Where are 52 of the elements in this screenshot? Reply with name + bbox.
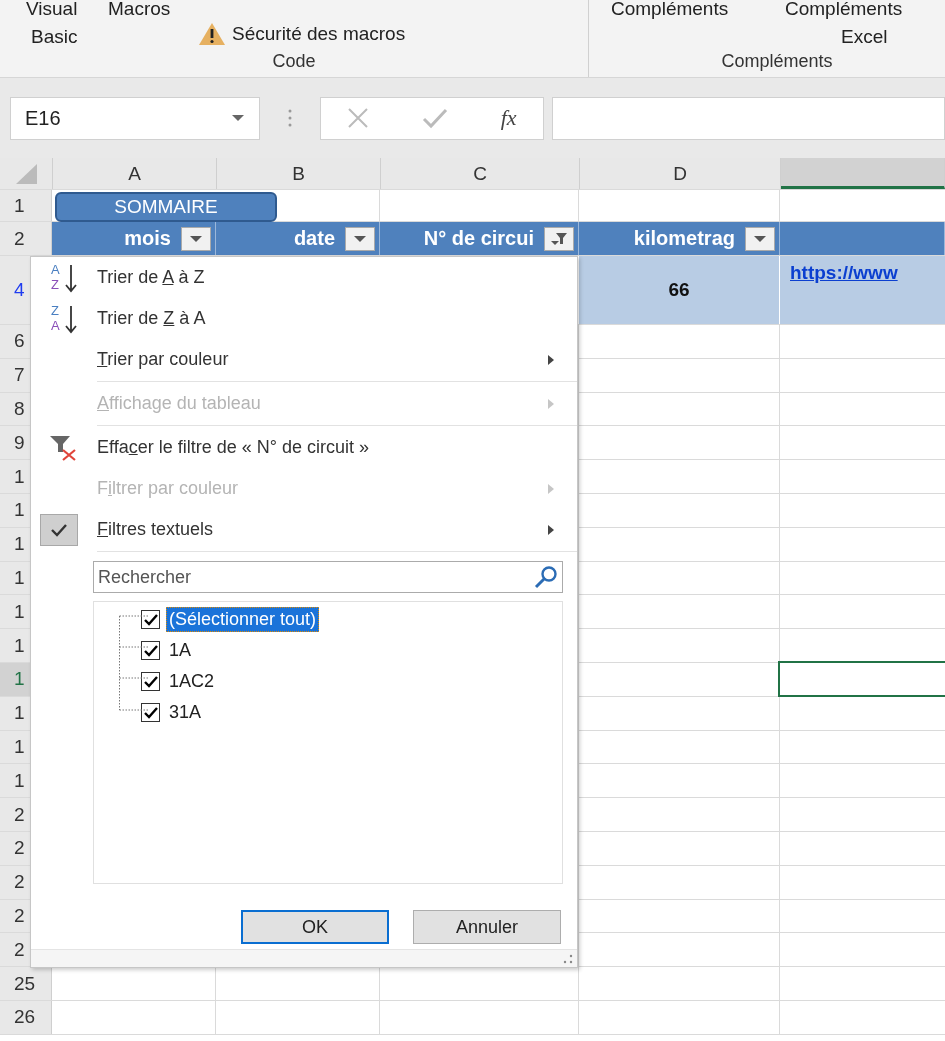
table-header-cell: kilometrag <box>579 222 780 255</box>
row-header[interactable]: 25 <box>0 967 52 1000</box>
name-box[interactable]: E16 <box>10 96 260 140</box>
search-icon <box>533 565 559 589</box>
ribbon-group-label: Code <box>272 51 316 72</box>
ribbon-label[interactable]: Visual <box>26 0 78 20</box>
ribbon-label[interactable]: Basic <box>31 26 78 48</box>
ribbon-group-label: Compléments <box>721 51 833 72</box>
filter-applied-icon <box>550 231 568 246</box>
row-header[interactable]: 1 <box>0 190 52 221</box>
value-item[interactable]: 31A <box>166 700 205 725</box>
macro-security-button[interactable]: Sécurité des macros <box>198 22 406 46</box>
table-header-cell: mois <box>52 222 216 255</box>
ribbon-label[interactable]: Compléments <box>785 0 903 20</box>
resize-grip-icon[interactable] <box>561 954 573 964</box>
dropdown-arrow-icon <box>353 234 367 243</box>
formula-input[interactable] <box>552 96 945 140</box>
active-cell[interactable] <box>778 660 945 697</box>
checkbox[interactable] <box>141 672 160 691</box>
summary-button[interactable]: SOMMAIRE <box>55 192 277 222</box>
column-header[interactable]: A <box>53 158 217 189</box>
dropdown-arrow-icon <box>753 234 767 243</box>
checkbox[interactable] <box>141 610 160 629</box>
dialog-button[interactable]: Annuler <box>413 910 561 944</box>
caret-icon <box>231 114 245 122</box>
grip-dots-icon <box>288 109 292 127</box>
checkbox[interactable] <box>141 703 160 722</box>
column-header[interactable]: C <box>381 158 580 189</box>
row-header[interactable]: 2 <box>0 222 52 255</box>
table-header-cell: date <box>216 222 380 255</box>
column-header[interactable]: B <box>217 158 381 189</box>
row-header[interactable]: 26 <box>0 1000 52 1034</box>
value-item[interactable]: 1AC2 <box>166 669 218 694</box>
ribbon-label[interactable]: Compléments <box>611 0 729 20</box>
dropdown-arrow-icon <box>189 234 203 243</box>
table-header-cell: N° de circui <box>380 222 579 255</box>
search-field[interactable]: Rechercher <box>93 561 563 593</box>
warning-icon <box>198 22 226 46</box>
insert-function-button[interactable]: fx <box>500 105 517 131</box>
value-item[interactable]: 1A <box>166 638 195 663</box>
filter-button[interactable] <box>181 226 211 251</box>
filter-button[interactable] <box>745 226 775 251</box>
value-item[interactable]: (Sélectionner tout) <box>166 607 320 632</box>
ribbon-label[interactable]: Excel <box>841 26 888 48</box>
table-cell: 66 <box>668 279 690 301</box>
checkbox[interactable] <box>141 641 160 660</box>
ribbon-label[interactable]: Macros <box>108 0 171 20</box>
filter-button[interactable] <box>345 226 375 251</box>
filter-button[interactable] <box>544 226 574 251</box>
dialog-button[interactable]: OK <box>241 910 389 944</box>
column-header[interactable] <box>781 158 945 189</box>
check-icon[interactable] <box>422 107 449 129</box>
